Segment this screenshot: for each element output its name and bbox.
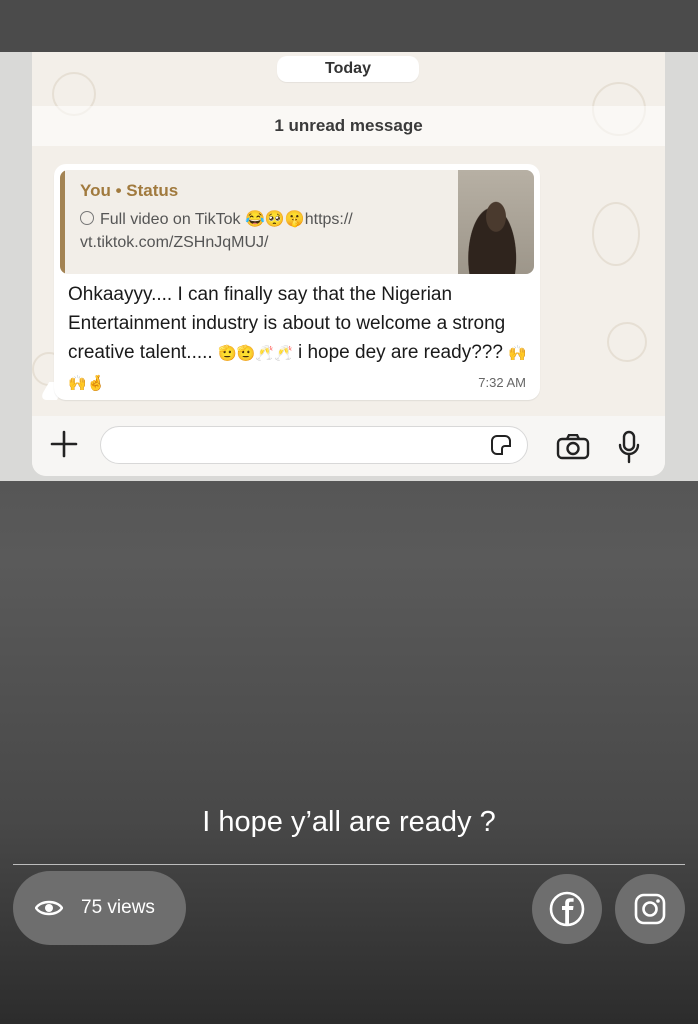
quote-line: Full video on TikTok 😂🥺🤫https:// <box>80 209 353 229</box>
emoji-group: 🫡🫡🥂🥂 <box>217 344 293 362</box>
status-reply-quote[interactable]: You • Status Full video on TikTok 😂🥺🤫htt… <box>60 170 534 274</box>
unread-banner: 1 unread message <box>32 106 665 146</box>
date-pill: Today <box>277 56 419 82</box>
status-ring-icon <box>80 211 94 225</box>
post-caption: I hope y’all are ready ? <box>202 806 496 838</box>
message-text-part: i hope dey are ready??? <box>292 342 509 363</box>
instagram-icon <box>634 893 666 925</box>
composer-bar <box>32 416 665 476</box>
plus-icon[interactable] <box>46 426 82 462</box>
sticker-icon[interactable] <box>491 435 511 455</box>
views-button[interactable]: 75 views <box>13 871 186 945</box>
wallpaper-doodle <box>607 322 647 362</box>
quote-title: You • Status <box>80 181 179 200</box>
divider <box>13 864 685 865</box>
views-count: 75 views <box>81 897 155 918</box>
chat-screenshot: Today 1 unread message You • Status Full… <box>32 52 665 476</box>
quote-accent-bar <box>60 170 65 274</box>
message-bubble[interactable]: You • Status Full video on TikTok 😂🥺🤫htt… <box>54 164 540 400</box>
top-background <box>0 0 698 52</box>
quote-link: vt.tiktok.com/ZSHnJqMUJ/ <box>80 234 269 251</box>
message-text: Ohkaayyy.... I can finally say that the … <box>68 280 530 398</box>
wallpaper-doodle <box>592 202 640 266</box>
eye-icon <box>34 898 64 923</box>
status-thumbnail <box>458 170 534 274</box>
facebook-icon <box>549 891 585 927</box>
quote-text: Full video on TikTok 😂🥺🤫https:// <box>100 211 353 228</box>
facebook-share-button[interactable] <box>532 874 602 944</box>
message-input[interactable] <box>100 426 528 464</box>
camera-icon[interactable] <box>556 433 590 465</box>
microphone-icon[interactable] <box>617 430 641 469</box>
instagram-share-button[interactable] <box>615 874 685 944</box>
message-time: 7:32 AM <box>478 375 526 390</box>
